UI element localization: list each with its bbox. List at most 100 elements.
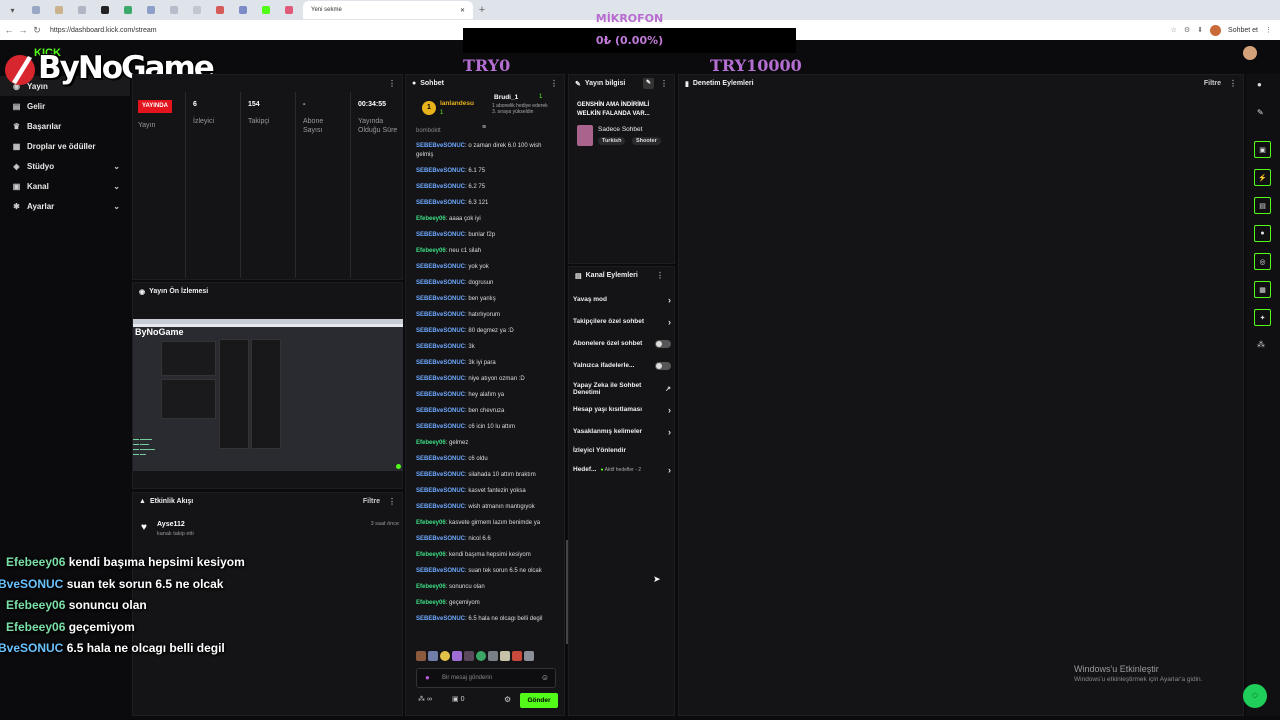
chat-username[interactable]: SEBEBveSONUC bbox=[416, 184, 465, 190]
chat-username[interactable]: Efebeey06 bbox=[416, 600, 446, 606]
more-options-icon[interactable]: ⋮ bbox=[1229, 79, 1237, 88]
chat-username[interactable]: SEBEBveSONUC bbox=[416, 504, 465, 510]
chat-username[interactable]: SEBEBveSONUC bbox=[416, 280, 465, 286]
extension-icon[interactable]: ⚙ bbox=[1184, 26, 1190, 34]
chat-username[interactable]: SEBEBveSONUC bbox=[416, 344, 465, 350]
gift-counter[interactable]: ▣ 0 bbox=[452, 695, 464, 703]
profile-avatar[interactable] bbox=[1210, 24, 1222, 36]
emote-icon[interactable] bbox=[500, 651, 510, 661]
pinned-tab[interactable] bbox=[278, 3, 299, 17]
screenshot-tool-button[interactable]: ▣ bbox=[1254, 141, 1271, 158]
chat-username[interactable]: SEBEBveSONUC bbox=[416, 376, 465, 382]
chat-settings-icon[interactable]: ⚙ bbox=[504, 695, 511, 704]
sidebar-item-drops[interactable]: ▦ Droplar ve ödüller bbox=[0, 136, 130, 156]
emote-icon[interactable] bbox=[512, 651, 522, 661]
pinned-tab[interactable] bbox=[209, 3, 230, 17]
emote-icon[interactable] bbox=[464, 651, 474, 661]
chat-username[interactable]: SEBEBveSONUC bbox=[416, 296, 465, 302]
pinned-tab[interactable] bbox=[163, 3, 184, 17]
wrench-tool-button[interactable]: ✦ bbox=[1254, 309, 1271, 326]
pinned-tab[interactable] bbox=[25, 3, 46, 17]
followers-only-row[interactable]: Takipçilere özel sohbet › bbox=[573, 317, 673, 327]
gift-user[interactable]: Brudi_1 bbox=[494, 94, 518, 101]
points-indicator[interactable]: ⁂ ∞ bbox=[418, 695, 432, 703]
pinned-tab[interactable] bbox=[140, 3, 161, 17]
support-chat-button[interactable]: ◌ bbox=[1243, 684, 1267, 708]
filter-button[interactable]: Filtre bbox=[363, 498, 380, 505]
mic-icon[interactable]: ● bbox=[425, 673, 430, 682]
chat-username[interactable]: SEBEBveSONUC bbox=[416, 424, 465, 430]
chat-username[interactable]: SEBEBveSONUC bbox=[416, 392, 465, 398]
info-icon[interactable]: ● bbox=[1257, 80, 1262, 89]
reload-icon[interactable]: ↻ bbox=[32, 25, 42, 36]
downloads-icon[interactable]: ⬇ bbox=[1197, 26, 1203, 34]
browser-menu-icon[interactable]: ⋮ bbox=[1265, 26, 1272, 34]
note-tool-button[interactable]: ▤ bbox=[1254, 197, 1271, 214]
emote-icon[interactable] bbox=[440, 651, 450, 661]
stream-preview-video[interactable]: ByNoGame ▬▬ ▬▬▬▬ ▬▬ ▬▬▬ ▬▬ ▬▬▬▬▬ ▬▬ ▬▬ bbox=[133, 319, 403, 471]
emoji-icon[interactable]: ☺ bbox=[541, 673, 549, 682]
chat-username[interactable]: SEBEBveSONUC bbox=[416, 312, 465, 318]
url-field[interactable]: https://dashboard.kick.com/stream bbox=[50, 27, 157, 34]
pencil-icon[interactable]: ✎ bbox=[1257, 108, 1264, 117]
ai-moderation-row[interactable]: Yapay Zeka ile Sohbet Denetimi ↗ bbox=[573, 382, 671, 396]
chat-username[interactable]: SEBEBveSONUC bbox=[416, 616, 465, 622]
chat-button[interactable]: Sohbet et bbox=[1228, 27, 1258, 34]
emote-icon[interactable] bbox=[476, 651, 486, 661]
edit-icon[interactable]: ✎ bbox=[643, 78, 654, 89]
lightning-tool-button[interactable]: ⚡ bbox=[1254, 169, 1271, 186]
more-options-icon[interactable]: ⋮ bbox=[388, 497, 396, 506]
raid-row[interactable]: İzleyici Yönlendir bbox=[573, 447, 673, 454]
sidebar-item-settings[interactable]: ✱ Ayarlar ⌄ bbox=[0, 196, 130, 216]
chat-username[interactable]: SEBEBveSONUC bbox=[416, 472, 465, 478]
layout-tool-button[interactable]: ▦ bbox=[1254, 281, 1271, 298]
tag[interactable]: Turkish bbox=[598, 137, 626, 145]
chat-username[interactable]: Efebeey06 bbox=[416, 440, 446, 446]
send-button[interactable]: Gönder bbox=[520, 693, 558, 708]
pinned-tab[interactable] bbox=[94, 3, 115, 17]
tag[interactable]: Shooter bbox=[632, 137, 661, 145]
chat-username[interactable]: Efebeey06 bbox=[416, 552, 446, 558]
pinned-tab[interactable] bbox=[186, 3, 207, 17]
goals-row[interactable]: Hedef... ● Aktif hedefler - 2 › bbox=[573, 465, 673, 475]
emote-icon[interactable] bbox=[488, 651, 498, 661]
broadcast-tool-button[interactable]: ◎ bbox=[1254, 253, 1271, 270]
more-options-icon[interactable]: ⋮ bbox=[660, 79, 668, 88]
chat-username[interactable]: SEBEBveSONUC bbox=[416, 408, 465, 414]
chat-username[interactable]: Efebeey06 bbox=[416, 248, 446, 254]
tab-menu-icon[interactable]: ▾ bbox=[2, 3, 23, 17]
pinned-tab[interactable] bbox=[255, 3, 276, 17]
chat-username[interactable]: SEBEBveSONUC bbox=[416, 264, 465, 270]
emote-icon[interactable] bbox=[428, 651, 438, 661]
emotes-only-toggle[interactable] bbox=[655, 361, 671, 370]
subscribers-only-toggle[interactable] bbox=[655, 339, 671, 348]
pinned-tab[interactable] bbox=[71, 3, 92, 17]
pinned-user[interactable]: lanlandesu bbox=[440, 100, 474, 107]
sidebar-item-revenue[interactable]: ▤ Gelir bbox=[0, 96, 130, 116]
pinned-tab[interactable] bbox=[48, 3, 69, 17]
more-options-icon[interactable]: ⋮ bbox=[550, 79, 558, 88]
category-name[interactable]: Sadece Sohbet bbox=[598, 126, 642, 133]
banned-words-row[interactable]: Yasaklanmış kelimeler › bbox=[573, 427, 673, 437]
pinned-tab[interactable] bbox=[232, 3, 253, 17]
chat-username[interactable]: SEBEBveSONUC bbox=[416, 200, 465, 206]
chat-username[interactable]: SEBEBveSONUC bbox=[416, 456, 465, 462]
chat-input[interactable]: ● Bir mesaj gönderin ☺ bbox=[416, 668, 556, 688]
more-options-icon[interactable]: ⋮ bbox=[388, 79, 396, 88]
chat-username[interactable]: Efebeey06 bbox=[416, 520, 446, 526]
chat-username[interactable]: SEBEBveSONUC bbox=[416, 536, 465, 542]
sidebar-item-studio[interactable]: ◈ Stüdyo ⌄ bbox=[0, 156, 130, 176]
emote-icon[interactable] bbox=[524, 651, 534, 661]
emote-icon[interactable] bbox=[452, 651, 462, 661]
chat-username[interactable]: Efebeey06 bbox=[416, 216, 446, 222]
share-icon[interactable]: ⁂ bbox=[1257, 340, 1265, 349]
chat-username[interactable]: SEBEBveSONUC bbox=[416, 328, 465, 334]
avatar[interactable] bbox=[1243, 46, 1257, 60]
filter-button[interactable]: Filtre bbox=[1204, 80, 1221, 87]
account-age-row[interactable]: Hesap yaşı kısıtlaması › bbox=[573, 405, 673, 415]
chat-username[interactable]: SEBEBveSONUC bbox=[416, 360, 465, 366]
slow-mode-row[interactable]: Yavaş mod › bbox=[573, 295, 673, 305]
forward-icon[interactable]: → bbox=[18, 25, 28, 35]
chat-tool-button[interactable]: ● bbox=[1254, 225, 1271, 242]
bookmark-star-icon[interactable]: ☆ bbox=[1171, 26, 1177, 34]
